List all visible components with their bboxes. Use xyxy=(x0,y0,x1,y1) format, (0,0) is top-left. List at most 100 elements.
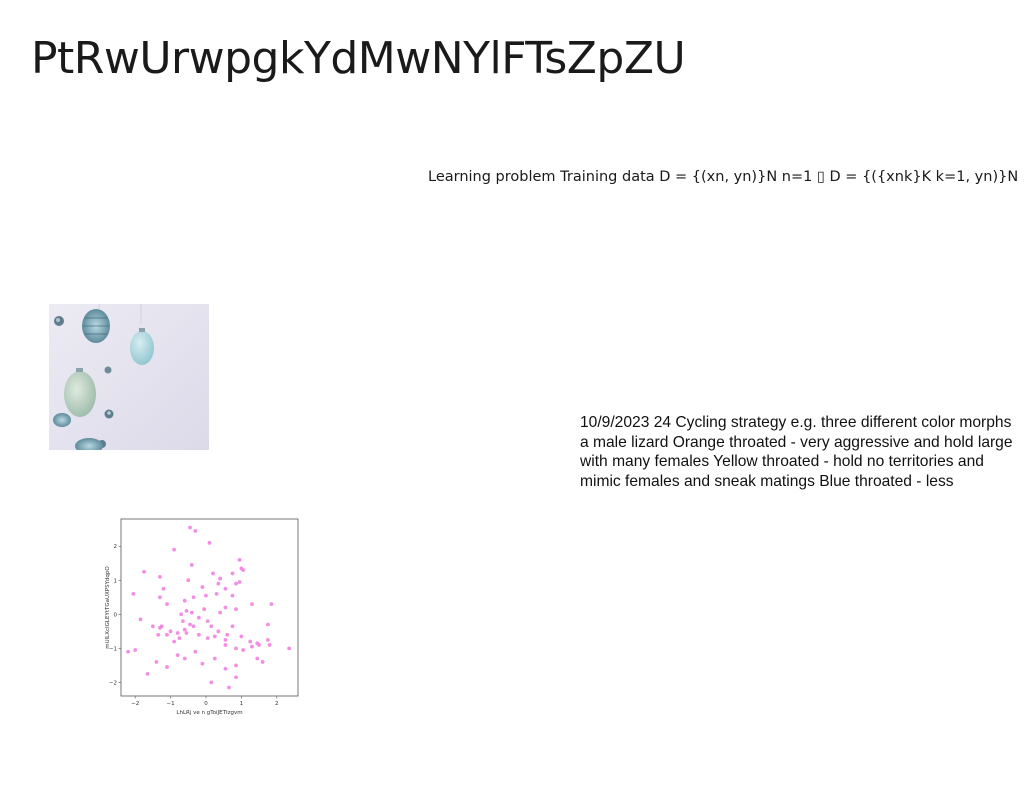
plot-frame xyxy=(120,518,299,697)
x-tick-label: −1 xyxy=(167,701,175,707)
data-point xyxy=(223,637,228,642)
data-point xyxy=(211,571,215,576)
data-point xyxy=(165,632,169,637)
data-point xyxy=(230,593,235,598)
data-point xyxy=(209,624,214,629)
data-point xyxy=(165,602,169,606)
scatter-svg: −2 −1 0 1 2−2−1012LhLRj ve n gToiJETIzgvmmUl… xyxy=(105,518,299,716)
data-point xyxy=(126,649,130,654)
data-point xyxy=(266,622,270,627)
x-tick-label: 2 xyxy=(275,701,279,707)
data-point xyxy=(209,680,214,685)
data-point xyxy=(142,569,146,574)
data-point xyxy=(186,578,191,583)
data-point xyxy=(223,643,228,647)
data-point xyxy=(266,637,270,642)
data-point xyxy=(234,646,238,651)
data-point xyxy=(188,622,192,627)
data-point xyxy=(184,631,189,635)
x-tick-label: 0 xyxy=(204,701,208,707)
data-point xyxy=(237,580,242,584)
data-point xyxy=(131,591,136,596)
data-point xyxy=(191,595,196,600)
data-point xyxy=(200,661,205,666)
data-point xyxy=(207,540,212,545)
data-point xyxy=(193,529,198,533)
data-point xyxy=(223,666,228,671)
data-point xyxy=(172,547,176,552)
data-point xyxy=(241,568,246,572)
data-point xyxy=(248,639,253,644)
data-point xyxy=(269,602,274,606)
data-point xyxy=(214,591,219,596)
data-point xyxy=(182,598,187,603)
y-tick-label: 2 xyxy=(114,544,118,550)
data-point xyxy=(193,649,198,654)
pinecone-top xyxy=(82,309,110,343)
data-point xyxy=(227,685,231,690)
data-point xyxy=(165,665,169,669)
data-point xyxy=(182,627,187,632)
data-point xyxy=(189,563,194,567)
data-point xyxy=(154,660,159,664)
x-tick-label: −2 xyxy=(131,701,139,707)
data-point xyxy=(223,605,228,610)
data-point xyxy=(234,581,238,586)
data-point xyxy=(237,557,242,562)
y-tick-label: −2 xyxy=(109,680,117,686)
data-point xyxy=(156,632,161,637)
data-point xyxy=(168,629,173,634)
data-point xyxy=(234,607,238,612)
data-point xyxy=(200,585,205,589)
data-point xyxy=(179,612,184,617)
data-point xyxy=(175,631,180,635)
data-point xyxy=(181,619,185,624)
data-point xyxy=(216,581,221,586)
scatter-plot: −2 −1 0 1 2 −2 −1 0 1 2 LhLRj ve n gToiJETIzgvm mUl… xyxy=(100,512,310,722)
data-point xyxy=(191,624,196,629)
data-point xyxy=(216,629,221,634)
data-point xyxy=(172,639,176,644)
data-point xyxy=(150,624,155,629)
data-point xyxy=(230,624,235,629)
data-point xyxy=(225,632,230,637)
data-point xyxy=(255,656,260,661)
data-point xyxy=(158,626,162,630)
data-point xyxy=(158,595,162,600)
data-point xyxy=(234,675,238,680)
data-point xyxy=(218,576,223,581)
data-point xyxy=(234,663,238,668)
data-point xyxy=(212,634,217,639)
data-point xyxy=(260,660,265,664)
data-point xyxy=(204,593,208,598)
data-point xyxy=(158,574,162,579)
data-point xyxy=(205,636,210,641)
data-point xyxy=(189,610,194,615)
data-point xyxy=(218,610,223,615)
slide-title: PtRwUrwpgkYdMwNYlFTsZpZU xyxy=(31,33,686,84)
y-tick-label: 0 xyxy=(114,612,118,618)
y-tick-label: 1 xyxy=(114,578,118,584)
data-point xyxy=(188,525,192,530)
formula-text: Learning problem Training data D = {(xn,… xyxy=(428,169,1024,185)
data-point xyxy=(184,609,189,613)
body-text: 10/9/2023 24 Cycling strategy e.g. three… xyxy=(580,414,1013,490)
data-point xyxy=(267,643,272,647)
data-point xyxy=(287,646,292,651)
data-point xyxy=(177,636,182,641)
data-point xyxy=(250,602,254,606)
data-point xyxy=(212,656,217,661)
data-point xyxy=(175,653,180,658)
data-point xyxy=(202,607,207,612)
data-point xyxy=(241,648,246,652)
data-point xyxy=(196,632,201,637)
data-point xyxy=(205,619,210,624)
x-tick-label: 1 xyxy=(240,701,244,707)
data-point xyxy=(182,656,187,661)
data-point xyxy=(161,586,166,591)
data-point xyxy=(145,671,150,676)
x-axis-label: LhLRj ve n gToiJETIzgvm xyxy=(176,710,242,716)
data-point xyxy=(138,617,143,622)
data-point xyxy=(250,644,254,649)
data-point xyxy=(223,586,228,591)
